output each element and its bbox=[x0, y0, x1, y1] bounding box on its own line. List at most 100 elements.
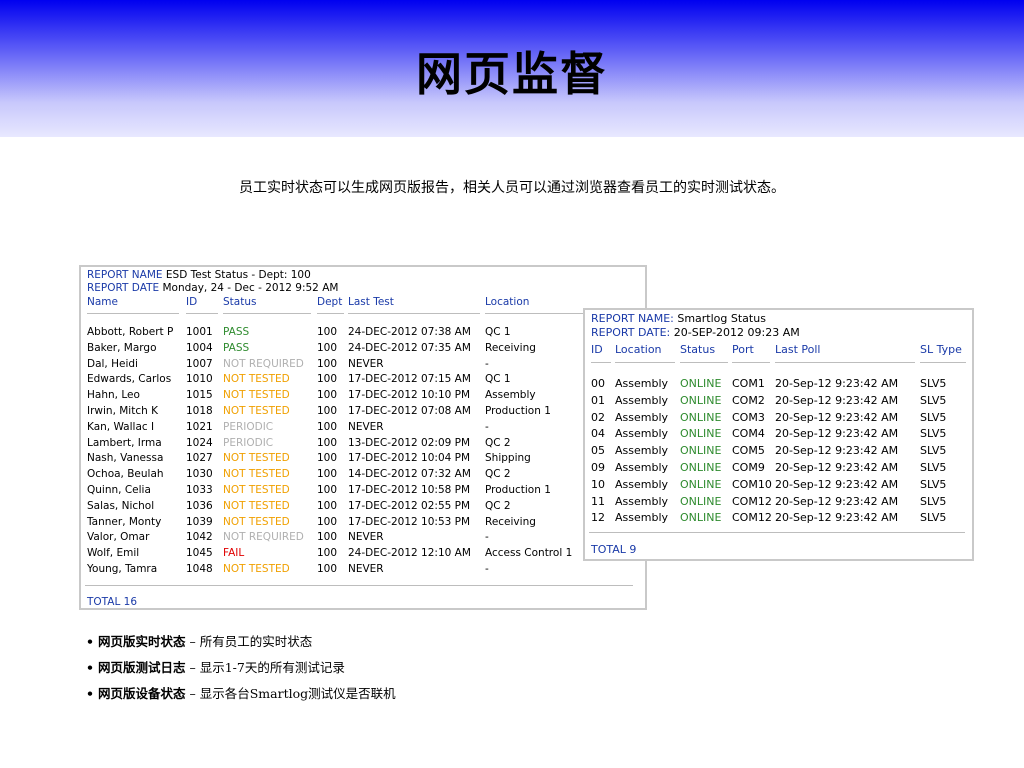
table-cell-name: Tanner, Monty bbox=[87, 515, 162, 528]
column-header-last-poll: Last Poll bbox=[775, 343, 821, 356]
bullet-label: 网页版测试日志 bbox=[98, 660, 186, 675]
table-cell-last-test: 24-DEC-2012 07:35 AM bbox=[348, 341, 471, 354]
table-cell-status: ONLINE bbox=[680, 494, 722, 508]
table-cell-dept: 100 bbox=[317, 326, 338, 338]
table-cell-port: COM5 bbox=[732, 444, 765, 458]
column-header-id: ID bbox=[591, 343, 603, 356]
table-cell-name: Wolf, Emil bbox=[87, 547, 140, 560]
report-date-key: REPORT DATE bbox=[87, 282, 160, 294]
bullet-text: 所有员工的实时状态 bbox=[199, 634, 313, 649]
table-cell-status: NOT REQUIRED bbox=[223, 531, 304, 544]
report-name-key: REPORT NAME: bbox=[591, 312, 674, 325]
table-cell-last-poll: 20-Sep-12 9:23:42 AM bbox=[775, 511, 899, 525]
table-cell-name: Abbott, Robert P bbox=[87, 326, 174, 338]
table-cell-sl-type: SLV5 bbox=[920, 377, 947, 390]
table-cell-location: Access Control 1 bbox=[485, 547, 573, 560]
bullet-text: 显示1-7天的所有测试记录 bbox=[199, 660, 345, 675]
table-cell-name: Edwards, Carlos bbox=[87, 373, 172, 386]
table-cell-port: COM2 bbox=[732, 393, 765, 407]
slide-intro-text: 员工实时状态可以生成网页版报告，相关人员可以通过浏览器查看员工的实时测试状态。 bbox=[239, 180, 785, 196]
report-date-row: REPORT DATE Monday, 24 - Dec - 2012 9:52… bbox=[87, 282, 338, 294]
table-cell-port: COM12 bbox=[732, 511, 772, 525]
table-cell-location: Receiving bbox=[485, 341, 536, 354]
table-cell-status: FAIL bbox=[223, 547, 245, 560]
table-cell-port: COM4 bbox=[732, 427, 765, 441]
table-cell-name: Nash, Vanessa bbox=[87, 452, 164, 465]
table-cell-last-poll: 20-Sep-12 9:23:42 AM bbox=[775, 393, 899, 407]
table-cell-id: 1036 bbox=[186, 499, 213, 512]
column-header-port: Port bbox=[732, 343, 754, 356]
table-cell-status: NOT TESTED bbox=[223, 484, 290, 496]
table-cell-dept: 100 bbox=[317, 373, 338, 386]
bullet-label: 网页版实时状态 bbox=[98, 634, 186, 649]
table-cell-status: NOT TESTED bbox=[223, 452, 290, 465]
report-name-key: REPORT NAME bbox=[87, 269, 163, 281]
table-cell-sl-type: SLV5 bbox=[920, 494, 947, 508]
column-header-location: Location bbox=[485, 296, 530, 308]
table-cell-status: PASS bbox=[223, 341, 250, 354]
table-cell-name: Lambert, Irma bbox=[87, 436, 162, 449]
table-cell-name: Young, Tamra bbox=[87, 563, 158, 575]
bullet-label: 网页版设备状态 bbox=[98, 686, 186, 701]
table-cell-dept: 100 bbox=[317, 547, 338, 560]
table-cell-last-test: 17-DEC-2012 02:55 PM bbox=[348, 499, 471, 512]
table-cell-location: - bbox=[485, 357, 489, 370]
table-cell-location: - bbox=[485, 563, 489, 575]
report-date-value: Monday, 24 - Dec - 2012 9:52 AM bbox=[162, 282, 339, 294]
bullet-item: • 网页版设备状态 – 显示各台Smartlog测试仪是否联机 bbox=[86, 686, 396, 712]
table-cell-last-test: 17-DEC-2012 07:08 AM bbox=[348, 405, 471, 417]
table-cell-port: COM12 bbox=[732, 494, 772, 508]
table-cell-id: 00 bbox=[591, 377, 605, 390]
table-cell-last-test: 17-DEC-2012 10:53 PM bbox=[348, 515, 471, 528]
table-cell-location: - bbox=[485, 531, 489, 544]
table-cell-location: Assembly bbox=[615, 494, 669, 508]
table-cell-id: 1018 bbox=[186, 405, 213, 417]
table-cell-location: Assembly bbox=[615, 444, 669, 458]
table-cell-location: Assembly bbox=[485, 389, 536, 402]
bullet-dot-icon: • bbox=[86, 634, 94, 649]
table-cell-name: Baker, Margo bbox=[87, 341, 157, 354]
column-header-underline bbox=[920, 362, 966, 363]
table-cell-name: Irwin, Mitch K bbox=[87, 405, 158, 417]
table-cell-dept: 100 bbox=[317, 468, 338, 481]
table-cell-status: ONLINE bbox=[680, 511, 722, 525]
report-name-row: REPORT NAME: Smartlog Status bbox=[591, 312, 766, 325]
bullet-separator: – bbox=[185, 660, 200, 675]
table-cell-last-test: NEVER bbox=[348, 563, 384, 575]
table-cell-id: 1024 bbox=[186, 436, 213, 449]
table-cell-location: - bbox=[485, 420, 489, 433]
column-header-name: Name bbox=[87, 296, 118, 308]
table-cell-name: Hahn, Leo bbox=[87, 389, 140, 402]
table-footer-divider bbox=[85, 585, 633, 586]
column-header-underline bbox=[591, 362, 611, 363]
table-cell-status: PERIODIC bbox=[223, 420, 274, 433]
table-cell-status: ONLINE bbox=[680, 410, 722, 424]
table-cell-status: ONLINE bbox=[680, 444, 722, 458]
table-cell-id: 1004 bbox=[186, 341, 213, 354]
table-cell-sl-type: SLV5 bbox=[920, 511, 947, 525]
table-cell-id: 10 bbox=[591, 477, 605, 491]
column-header-underline bbox=[775, 362, 915, 363]
table-cell-location: QC 1 bbox=[485, 373, 511, 386]
table-cell-location: Assembly bbox=[615, 410, 669, 424]
column-header-status: Status bbox=[223, 296, 257, 308]
report-name-value: Smartlog Status bbox=[677, 312, 766, 325]
table-cell-location: QC 1 bbox=[485, 326, 511, 338]
table-cell-location: Assembly bbox=[615, 427, 669, 441]
table-cell-id: 12 bbox=[591, 511, 605, 525]
table-cell-dept: 100 bbox=[317, 484, 338, 496]
table-cell-status: PASS bbox=[223, 326, 250, 338]
column-header-location: Location bbox=[615, 343, 662, 356]
column-header-sl-type: SL Type bbox=[920, 343, 962, 356]
column-header-underline bbox=[615, 362, 675, 363]
esd-status-report: REPORT NAME ESD Test Status - Dept: 100 … bbox=[79, 265, 647, 610]
table-cell-id: 1045 bbox=[186, 547, 213, 560]
table-cell-last-poll: 20-Sep-12 9:23:42 AM bbox=[775, 444, 899, 458]
table-cell-dept: 100 bbox=[317, 563, 338, 575]
table-cell-status: NOT REQUIRED bbox=[223, 357, 304, 370]
table-cell-port: COM1 bbox=[732, 377, 765, 390]
table-cell-port: COM10 bbox=[732, 477, 772, 491]
report-name-row: REPORT NAME ESD Test Status - Dept: 100 bbox=[87, 269, 311, 281]
table-cell-last-poll: 20-Sep-12 9:23:42 AM bbox=[775, 410, 899, 424]
table-cell-status: ONLINE bbox=[680, 427, 722, 441]
